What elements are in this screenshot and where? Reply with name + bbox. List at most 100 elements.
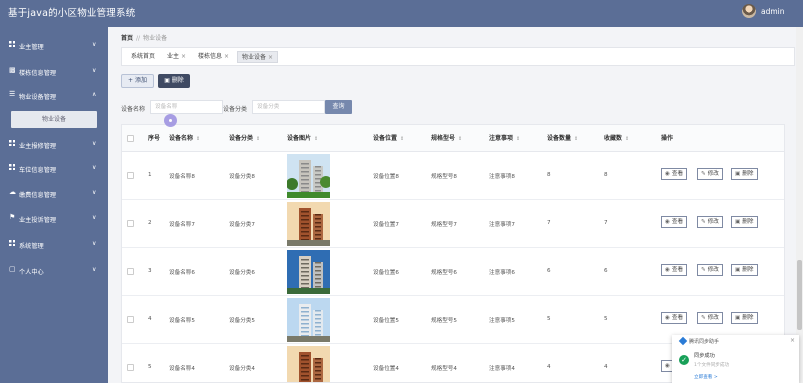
column-header[interactable]: 设备图片 ⇕ [287,125,318,152]
cell-category: 设备分类5 [229,318,255,324]
scrollbar-thumb[interactable] [797,260,802,330]
row-delete-button[interactable]: ▣删除 [731,216,758,228]
edit-button[interactable]: ✎修改 [697,264,723,276]
edit-button[interactable]: ✎修改 [697,312,723,324]
sidebar-item[interactable]: 系统管理 ∨ [0,232,108,256]
column-header[interactable]: 设备名称 ⇕ [169,125,200,152]
row-checkbox[interactable] [127,268,134,275]
avatar[interactable] [742,4,756,18]
cell-index: 1 [148,172,152,178]
cell-favs: 6 [604,268,608,274]
column-header[interactable]: 收藏数 ⇕ [604,125,629,152]
sidebar-item[interactable]: 车位信息管理 ∨ [0,156,108,180]
name-search-input[interactable]: 设备名称 [150,100,223,114]
sidebar-item[interactable]: ☰ 物业设备管理 ∧ [0,83,108,107]
edit-button[interactable]: ✎修改 [697,168,723,180]
sort-icon[interactable]: ⇕ [574,136,578,142]
view-button[interactable]: ◉查看 [661,216,688,228]
sidebar-item[interactable]: ▢ 个人中心 ∨ [0,258,108,282]
equipment-image[interactable] [287,202,330,246]
table-row[interactable]: 2 设备名称7 设备分类7 设备位置7 规格型号7 注意事项7 7 7 ◉ 查看 ✎ 修改 ▣ 删除 [122,200,784,248]
sort-icon[interactable]: ⇕ [400,136,404,142]
equipment-image[interactable] [287,154,330,198]
row-checkbox[interactable] [127,316,134,323]
chat-icon: ▩ [9,66,16,74]
column-header[interactable]: 设备位置 ⇕ [373,125,404,152]
view-button[interactable]: ◉查看 [661,168,688,180]
row-delete-button[interactable]: ▣删除 [731,264,758,276]
sidebar-item[interactable]: ▩ 楼栋信息管理 ∨ [0,59,108,83]
chevron-icon: ∨ [92,214,97,221]
close-icon[interactable]: × [224,53,229,60]
edit-button[interactable]: ✎修改 [697,216,723,228]
search-button[interactable]: 查询 [325,100,352,114]
sort-icon[interactable]: ⇕ [458,136,462,142]
page-scrollbar[interactable] [796,27,803,383]
close-icon[interactable]: × [268,54,273,61]
equipment-image[interactable] [287,346,330,382]
sidebar-item[interactable]: ⚑ 业主投诉管理 ∨ [0,206,108,230]
pencil-icon: ✎ [701,315,706,321]
sidebar-item[interactable]: 业主报修管理 ∨ [0,132,108,156]
notification-title: 同步成功 [694,353,715,359]
column-header[interactable]: 注意事项 ⇕ [489,125,520,152]
close-icon[interactable]: × [181,53,186,60]
row-delete-button[interactable]: ▣删除 [731,168,758,180]
row-checkbox[interactable] [127,220,134,227]
sort-icon[interactable]: ⇕ [625,136,629,142]
column-header[interactable]: 设备分类 ⇕ [229,125,260,152]
tab-home[interactable]: 系统首页 [127,51,159,63]
view-button[interactable]: ◉查看 [661,264,688,276]
sidebar-item-label: 车位信息管理 [19,167,57,174]
trash-icon: ▣ [164,77,172,84]
delete-button[interactable]: ▣ 删除 [158,74,190,88]
close-icon[interactable]: × [790,337,795,344]
sidebar-subitem-equipment[interactable]: 物业设备 [11,111,97,128]
sidebar-item-label: 个人中心 [19,269,44,276]
equipment-image[interactable] [287,298,330,342]
sort-icon[interactable]: ⇕ [196,136,200,142]
table-row[interactable]: 3 设备名称6 设备分类6 设备位置6 规格型号6 注意事项6 6 6 ◉ 查看 ✎ 修改 ▣ 删除 [122,248,784,296]
select-all-checkbox[interactable] [127,135,134,142]
trash-icon: ▣ [735,219,741,225]
notification-message: 1个文件同步成功 [694,363,730,368]
breadcrumb-home[interactable]: 首页 [121,35,133,42]
sidebar-item[interactable]: 业主管理 ∨ [0,33,108,57]
chevron-icon: ∨ [92,189,97,196]
row-delete-button[interactable]: ▣删除 [731,312,758,324]
category-search-input[interactable]: 设备分类 [252,100,325,114]
tab-building[interactable]: 楼栋信息 × [194,51,233,63]
sort-icon[interactable]: ⇕ [256,136,260,142]
tab-owner[interactable]: 业主 × [163,51,190,63]
window-icon: ▢ [9,265,16,273]
cell-notes: 注意事项8 [489,174,515,180]
column-header[interactable]: 设备数量 ⇕ [547,125,578,152]
column-header[interactable]: 操作 [661,125,673,152]
view-button[interactable]: ◉查看 [661,312,688,324]
chevron-icon: ∨ [92,266,97,273]
top-header: 基于java的小区物业管理系统 admin [0,0,803,27]
sort-icon[interactable]: ⇕ [516,136,520,142]
sidebar-item[interactable]: ☁ 缴费信息管理 ∨ [0,181,108,205]
chevron-icon: ∨ [92,140,97,147]
check-icon: ✓ [679,355,689,365]
equipment-image[interactable] [287,250,330,294]
notification-link[interactable]: 立即查看 > [694,374,718,380]
row-checkbox[interactable] [127,172,134,179]
category-filter-label: 设备分类 [223,106,248,113]
sort-icon[interactable]: ⇕ [314,136,318,142]
pencil-icon: ✎ [701,171,706,177]
cloud-icon: ☁ [9,188,16,196]
cell-notes: 注意事项5 [489,318,515,324]
column-header[interactable]: 序号 [148,125,160,152]
tab-equipment[interactable]: 物业设备 × [237,51,279,63]
trash-icon: ▣ [735,171,741,177]
cell-location: 设备位置5 [373,318,399,324]
table-row[interactable]: 1 设备名称8 设备分类8 设备位置8 规格型号8 注意事项8 8 8 ◉ 查看 ✎ 修改 ▣ 删除 [122,152,784,200]
cell-name: 设备名称7 [169,222,195,228]
row-checkbox[interactable] [127,364,134,371]
add-button[interactable]: + 添加 [121,74,154,88]
chevron-icon: ∨ [92,67,97,74]
column-header[interactable]: 规格型号 ⇕ [431,125,462,152]
user-name[interactable]: admin [761,7,785,16]
